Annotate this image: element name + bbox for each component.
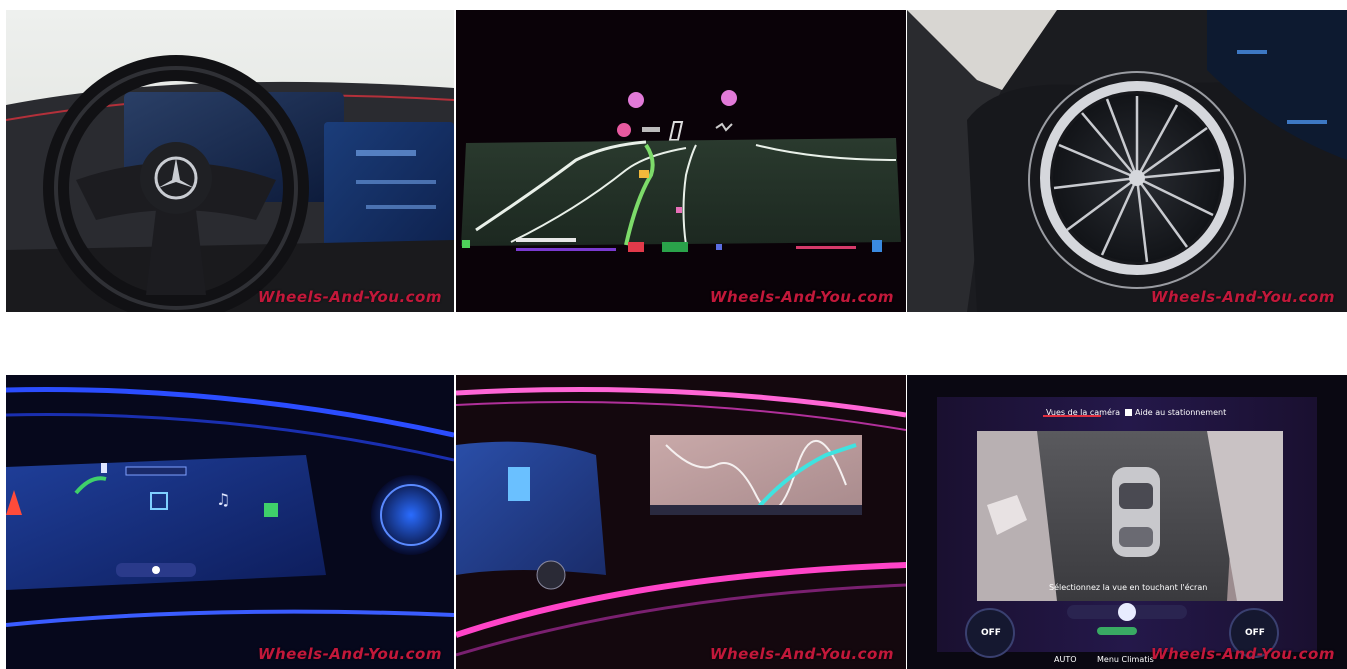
svg-text:♫: ♫ — [216, 490, 230, 509]
photo-air-vent[interactable]: Wheels-And-You.com — [907, 10, 1347, 312]
camera-tab-parking[interactable]: Aide au stationnement — [1135, 408, 1226, 417]
camera-view-illustration — [907, 375, 1347, 669]
hyperscreen-blue-illustration: ♫ — [6, 375, 454, 669]
camera-hint-text: Sélectionnez la vue en touchant l'écran — [1049, 583, 1208, 592]
climate-dial-left[interactable]: OFF — [981, 628, 1001, 638]
watermark: Wheels-And-You.com — [1150, 645, 1335, 663]
photo-steering-wheel[interactable]: Wheels-And-You.com — [6, 10, 454, 312]
photo-navigation-pink[interactable]: Wheels-And-You.com — [456, 375, 906, 669]
navigation-pink-illustration — [456, 375, 906, 669]
camera-tab-active[interactable]: Vues de la caméra — [1046, 408, 1120, 417]
watermark: Wheels-And-You.com — [1150, 288, 1335, 306]
watermark: Wheels-And-You.com — [709, 645, 894, 663]
watermark: Wheels-And-You.com — [257, 645, 442, 663]
photo-hyperscreen-blue[interactable]: ♫ Wheels-And-You.com — [6, 375, 454, 669]
photo-driver-display[interactable]: Wheels-And-You.com — [456, 10, 906, 312]
climate-dial-right[interactable]: OFF — [1245, 628, 1265, 638]
air-vent-illustration — [907, 10, 1347, 312]
photo-camera-view[interactable]: Vues de la caméra Aide au stationnement … — [907, 375, 1347, 669]
driver-display-illustration — [456, 10, 906, 312]
climate-menu-label[interactable]: Menu Climatis — [1097, 655, 1154, 664]
steering-wheel-illustration — [6, 10, 454, 312]
climate-mode-auto[interactable]: AUTO — [1054, 655, 1077, 664]
watermark: Wheels-And-You.com — [257, 288, 442, 306]
watermark: Wheels-And-You.com — [709, 288, 894, 306]
